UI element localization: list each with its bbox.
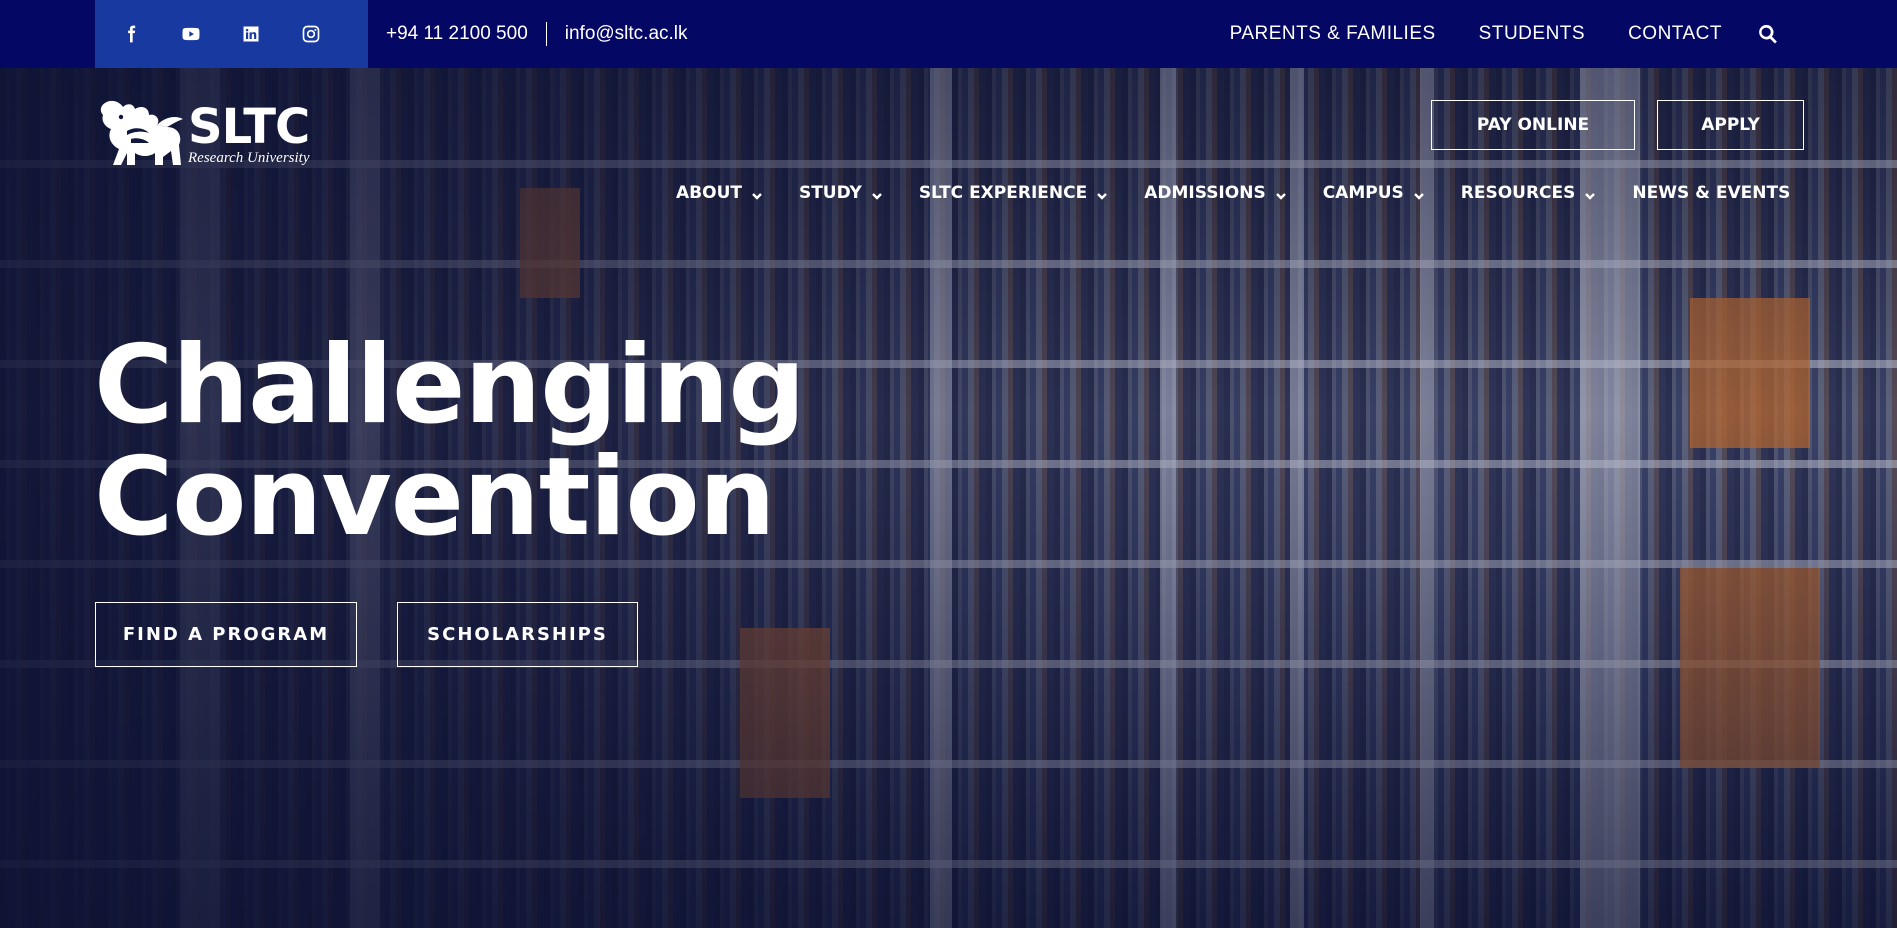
phone-link[interactable]: +94 11 2100 500 <box>386 23 528 45</box>
utility-nav: PARENTS & FAMILIES STUDENTS CONTACT <box>1187 0 1897 68</box>
nav-item-about[interactable]: ABOUT <box>676 183 763 203</box>
facebook-icon[interactable] <box>121 24 141 44</box>
instagram-icon[interactable] <box>301 24 321 44</box>
chevron-down-icon <box>1096 187 1108 200</box>
parents-families-link[interactable]: PARENTS & FAMILIES <box>1230 23 1436 45</box>
search-icon[interactable] <box>1757 23 1779 45</box>
scholarships-button[interactable]: SCHOLARSHIPS <box>397 602 638 667</box>
youtube-icon[interactable] <box>181 24 201 44</box>
nav-item-resources[interactable]: RESOURCES <box>1461 183 1597 203</box>
hero-headline: Challenging Convention <box>94 323 806 560</box>
sltc-logo[interactable]: SLTC Research University <box>97 97 322 172</box>
nav-item-admissions[interactable]: ADMISSIONS <box>1144 183 1286 203</box>
top-bar: +94 11 2100 500 info@sltc.ac.lk PARENTS … <box>0 0 1897 68</box>
main-nav: ABOUT STUDY SLTC EXPERIENCE ADMISSIONS C… <box>676 178 1790 208</box>
chevron-down-icon <box>1275 187 1287 200</box>
nav-item-campus[interactable]: CAMPUS <box>1323 183 1425 203</box>
contact-info: +94 11 2100 500 info@sltc.ac.lk <box>386 0 688 68</box>
nav-item-study[interactable]: STUDY <box>799 183 883 203</box>
students-link[interactable]: STUDENTS <box>1479 23 1585 45</box>
nav-item-sltc-experience[interactable]: SLTC EXPERIENCE <box>919 183 1108 203</box>
nav-item-label: RESOURCES <box>1460 183 1576 203</box>
contact-link[interactable]: CONTACT <box>1628 23 1722 45</box>
headline-line-1: Challenging <box>94 323 806 448</box>
find-program-button[interactable]: FIND A PROGRAM <box>95 602 357 667</box>
nav-item-label: ADMISSIONS <box>1144 183 1266 203</box>
nav-item-label: CAMPUS <box>1322 183 1404 203</box>
social-links <box>95 0 368 68</box>
linkedin-icon[interactable] <box>241 24 261 44</box>
lion-emblem-icon <box>100 100 183 165</box>
nav-item-label: NEWS & EVENTS <box>1632 183 1791 203</box>
nav-item-label: SLTC EXPERIENCE <box>918 183 1088 203</box>
logo-wordmark: SLTC <box>188 98 310 155</box>
logo-subtitle: Research University <box>188 149 310 166</box>
nav-item-news-events[interactable]: NEWS & EVENTS <box>1632 183 1790 203</box>
chevron-down-icon <box>751 187 763 200</box>
nav-item-label: STUDY <box>798 183 862 203</box>
chevron-down-icon <box>1584 187 1596 200</box>
divider <box>545 22 547 46</box>
pay-online-button[interactable]: PAY ONLINE <box>1431 100 1635 150</box>
nav-item-label: ABOUT <box>676 183 742 203</box>
headline-line-2: Convention <box>94 435 776 560</box>
chevron-down-icon <box>871 187 883 200</box>
email-link[interactable]: info@sltc.ac.lk <box>565 23 688 45</box>
apply-button[interactable]: APPLY <box>1657 100 1804 150</box>
chevron-down-icon <box>1413 187 1425 200</box>
